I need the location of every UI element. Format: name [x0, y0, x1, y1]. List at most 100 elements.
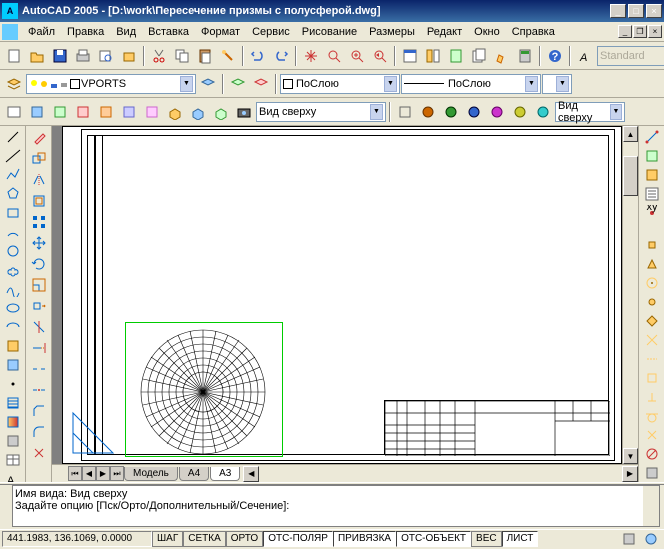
layer-manager-button[interactable] [3, 73, 25, 95]
mdi-close-button[interactable]: × [648, 25, 662, 38]
explode-button[interactable] [28, 443, 50, 463]
otrack-toggle[interactable]: ОТС-ОБЪЕКТ [396, 531, 471, 547]
markup-button[interactable] [491, 45, 513, 67]
fillet-button[interactable] [28, 422, 50, 442]
shade-3d-button[interactable] [417, 101, 439, 123]
publish-button[interactable] [118, 45, 140, 67]
close-button[interactable]: × [646, 4, 662, 18]
tab-next-button[interactable]: ▶ [96, 466, 110, 481]
view-se-iso-button[interactable] [187, 101, 209, 123]
list-button[interactable] [641, 185, 663, 203]
osnap-settings-button[interactable] [641, 464, 663, 482]
menu-window[interactable]: Окно [468, 24, 506, 40]
horizontal-scrollbar[interactable]: ◀ ▶ [243, 466, 638, 482]
osnap-quad-button[interactable] [641, 312, 663, 330]
osnap-ins-button[interactable] [641, 369, 663, 387]
redo-button[interactable] [270, 45, 292, 67]
maximize-button[interactable]: □ [628, 4, 644, 18]
cut-button[interactable] [148, 45, 170, 67]
textstyle-icon[interactable]: A [574, 45, 596, 67]
tab-a4[interactable]: A4 [179, 467, 209, 481]
menu-help[interactable]: Справка [506, 24, 561, 40]
table-button[interactable] [2, 451, 24, 469]
status-comm-icon[interactable] [640, 529, 662, 549]
ellipse-arc-button[interactable] [2, 318, 24, 336]
tab-last-button[interactable]: ⏭ [110, 466, 124, 481]
osnap-int-button[interactable] [641, 331, 663, 349]
vertical-scrollbar[interactable]: ▲ ▼ [622, 126, 638, 464]
paper-space[interactable] [62, 126, 622, 464]
match-button[interactable] [217, 45, 239, 67]
osnap-midpoint-button[interactable] [641, 255, 663, 273]
scale-button[interactable] [28, 275, 50, 295]
view-bottom-button[interactable] [49, 101, 71, 123]
make-block-button[interactable] [2, 356, 24, 374]
paste-button[interactable] [194, 45, 216, 67]
menu-dimension[interactable]: Размеры [363, 24, 421, 40]
properties-button[interactable] [399, 45, 421, 67]
coords-panel[interactable]: 441.1983, 136.1069, 0.0000 [2, 531, 152, 547]
line-button[interactable] [2, 128, 24, 146]
ortho-toggle[interactable]: ОРТО [226, 531, 263, 547]
layer-iso-button[interactable] [250, 73, 272, 95]
menu-file[interactable]: Файл [22, 24, 61, 40]
shade-gouraud-edge-button[interactable] [532, 101, 554, 123]
menu-modify[interactable]: Редакт [421, 24, 468, 40]
menu-insert[interactable]: Вставка [142, 24, 195, 40]
tab-a3[interactable]: A3 [210, 467, 240, 481]
layer-states-button[interactable] [227, 73, 249, 95]
plot-button[interactable] [72, 45, 94, 67]
text-style-combo[interactable]: Standard▼ [597, 46, 664, 66]
named-views-button[interactable] [3, 101, 25, 123]
view-right-button[interactable] [95, 101, 117, 123]
status-tray-icon[interactable] [618, 529, 640, 549]
scroll-up-button[interactable]: ▲ [623, 126, 638, 142]
shade-hidden-button[interactable] [440, 101, 462, 123]
view-left-button[interactable] [72, 101, 94, 123]
new-button[interactable] [3, 45, 25, 67]
snap-toggle[interactable]: ШАГ [152, 531, 183, 547]
minimize-button[interactable]: _ [610, 4, 626, 18]
shade-flat-edge-button[interactable] [509, 101, 531, 123]
rotate-button[interactable] [28, 254, 50, 274]
undo-button[interactable] [247, 45, 269, 67]
menu-format[interactable]: Формат [195, 24, 246, 40]
sheet-set-button[interactable] [468, 45, 490, 67]
hscroll-right-button[interactable]: ▶ [622, 466, 638, 482]
gradient-button[interactable] [2, 413, 24, 431]
menu-view[interactable]: Вид [110, 24, 142, 40]
design-center-button[interactable] [422, 45, 444, 67]
paper-toggle[interactable]: ЛИСТ [502, 531, 539, 547]
camera-button[interactable] [233, 101, 255, 123]
view-ne-iso-button[interactable] [210, 101, 232, 123]
move-button[interactable] [28, 233, 50, 253]
scroll-down-button[interactable]: ▼ [623, 448, 638, 464]
scroll-thumb[interactable] [623, 156, 638, 196]
layer-prev-button[interactable] [197, 73, 219, 95]
open-button[interactable] [26, 45, 48, 67]
mtext-button[interactable]: A [2, 470, 24, 482]
preview-button[interactable] [95, 45, 117, 67]
osnap-endpoint-button[interactable] [641, 236, 663, 254]
view-name-combo[interactable]: Вид сверху▼ [256, 102, 386, 122]
osnap-node-button[interactable] [641, 293, 663, 311]
view-name-combo-right[interactable]: Вид сверху▼ [555, 102, 625, 122]
view-back-button[interactable] [141, 101, 163, 123]
layer-combo[interactable]: VPORTS ▼ [26, 74, 196, 94]
grid-toggle[interactable]: СЕТКА [183, 531, 226, 547]
menu-draw[interactable]: Рисование [296, 24, 363, 40]
dist-button[interactable] [641, 128, 663, 146]
copy-button[interactable] [171, 45, 193, 67]
point-button[interactable] [2, 375, 24, 393]
offset-button[interactable] [28, 191, 50, 211]
polyline-button[interactable] [2, 166, 24, 184]
color-combo[interactable]: ПоСлою ▼ [280, 74, 400, 94]
menu-edit[interactable]: Правка [61, 24, 110, 40]
pan-button[interactable] [300, 45, 322, 67]
hatch-button[interactable] [2, 394, 24, 412]
copy-obj-button[interactable] [28, 149, 50, 169]
region-button[interactable] [2, 432, 24, 450]
stretch-button[interactable] [28, 296, 50, 316]
region-mass-button[interactable] [641, 166, 663, 184]
osnap-none-button[interactable] [641, 445, 663, 463]
